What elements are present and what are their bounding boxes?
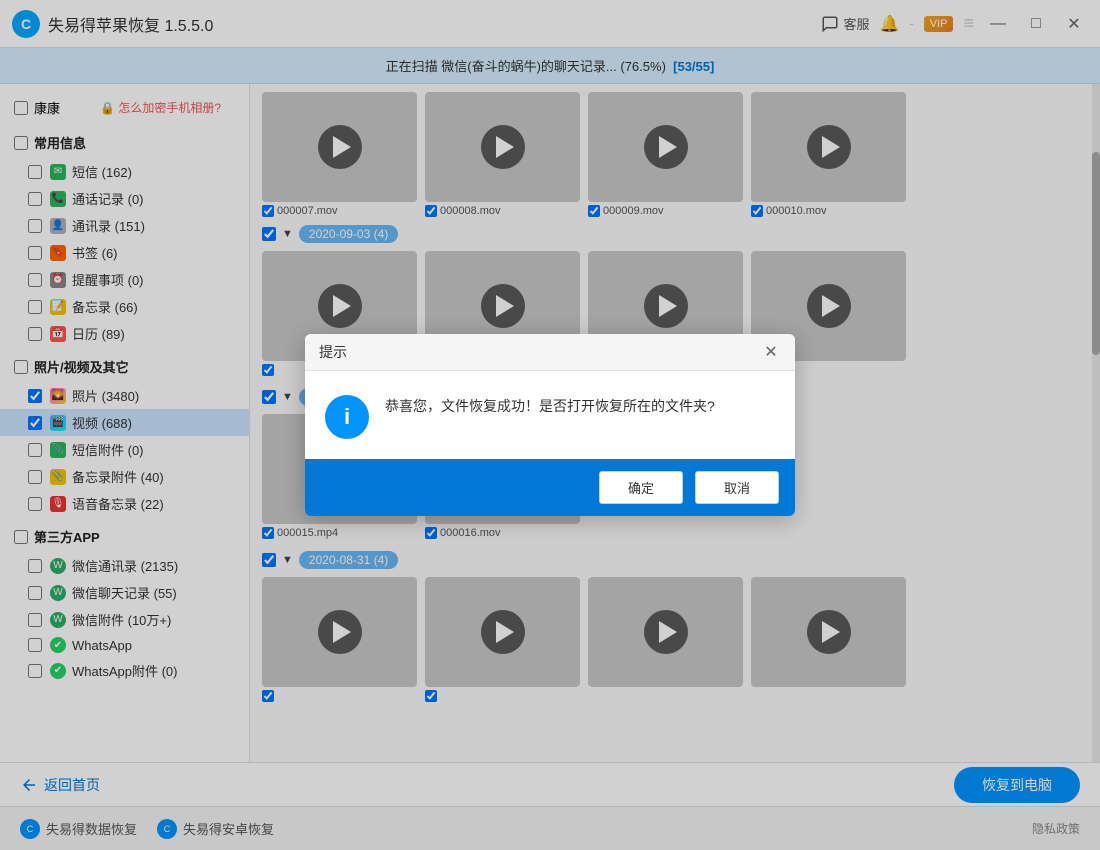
dialog-close-button[interactable]: ✕ [761,342,781,362]
dialog-titlebar: 提示 ✕ [305,334,795,371]
dialog-title: 提示 [319,342,347,362]
success-dialog: 提示 ✕ i 恭喜您，文件恢复成功！是否打开恢复所在的文件夹? 确定 取消 [305,334,795,516]
dialog-footer: 确定 取消 [305,459,795,516]
dialog-body: i 恭喜您，文件恢复成功！是否打开恢复所在的文件夹? [305,371,795,459]
dialog-overlay: 提示 ✕ i 恭喜您，文件恢复成功！是否打开恢复所在的文件夹? 确定 取消 [0,0,1100,850]
dialog-cancel-button[interactable]: 取消 [695,471,779,504]
dialog-confirm-button[interactable]: 确定 [599,471,683,504]
dialog-message: 恭喜您，文件恢复成功！是否打开恢复所在的文件夹? [385,395,715,419]
dialog-info-icon: i [325,395,369,439]
